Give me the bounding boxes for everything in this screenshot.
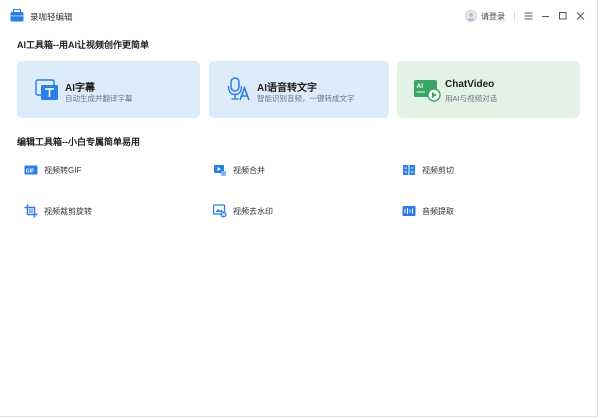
menu-icon [524, 12, 533, 20]
login-label: 请登录 [481, 11, 505, 21]
close-button[interactable] [574, 9, 587, 23]
ai-subtitle-card[interactable]: AI字幕 自动生成并翻译字幕 [17, 61, 200, 118]
app-title: 录咖轻编辑 [30, 12, 73, 22]
tool-video-cut[interactable]: 视频剪切 [402, 158, 577, 182]
card-subtitle: 智能识别音频，一键转成文字 [257, 94, 355, 103]
tool-watermark-remove[interactable]: 视频去水印 [213, 199, 388, 223]
subtitle-icon [33, 75, 61, 103]
card-title: ChatVideo [445, 79, 495, 90]
video-cut-icon [402, 163, 416, 177]
app-window: 录咖轻编辑 请登录 AI工具箱--用AI让视频创作更简单 AI字幕 自动生成并翻… [0, 0, 598, 417]
video-merge-icon [213, 163, 227, 177]
maximize-button[interactable] [556, 9, 569, 23]
crop-rotate-icon [24, 204, 38, 218]
avatar-icon [465, 10, 477, 22]
tool-audio-extract[interactable]: 音频提取 [402, 199, 577, 223]
gif-icon: GIF [24, 163, 38, 177]
login-button[interactable]: 请登录 [465, 9, 505, 23]
tool-video-to-gif[interactable]: GIF 视频转GIF [24, 158, 199, 182]
ai-section-title: AI工具箱--用AI让视频创作更简单 [17, 40, 149, 50]
maximize-icon [559, 12, 567, 20]
watermark-remove-icon [213, 204, 227, 218]
card-subtitle: 用AI与视频对话 [445, 94, 498, 103]
speech-to-text-icon [225, 75, 253, 103]
tool-label: 视频合并 [233, 165, 265, 175]
gif-icon-label: GIF [26, 168, 34, 174]
tool-video-merge[interactable]: 视频合并 [213, 158, 388, 182]
ai-chatvideo-card[interactable]: AI ChatVideo 用AI与视频对话 [397, 61, 580, 118]
tool-label: 视频转GIF [44, 165, 82, 175]
tool-crop-rotate[interactable]: 视频裁剪旋转 [24, 199, 199, 223]
tool-label: 音频提取 [422, 206, 454, 216]
tool-label: 视频裁剪旋转 [44, 206, 92, 216]
title-bar: 录咖轻编辑 请登录 [0, 0, 598, 32]
edit-section-title: 编辑工具箱--小白专属简单易用 [17, 137, 140, 147]
chat-video-icon: AI [413, 75, 441, 103]
chat-video-icon-label: AI [417, 83, 424, 90]
tool-label: 视频去水印 [233, 206, 273, 216]
minimize-button[interactable] [539, 9, 552, 23]
menu-button[interactable] [522, 9, 535, 23]
titlebar-divider [514, 11, 515, 22]
tool-label: 视频剪切 [422, 165, 454, 175]
minimize-icon [542, 16, 549, 17]
audio-extract-icon [402, 204, 416, 218]
ai-speech-to-text-card[interactable]: AI语音转文字 智能识别音频，一键转成文字 [209, 61, 389, 118]
card-title: AI字幕 [65, 83, 95, 94]
card-subtitle: 自动生成并翻译字幕 [65, 94, 133, 103]
close-icon [576, 12, 585, 20]
card-title: AI语音转文字 [257, 83, 317, 94]
app-logo-icon [10, 8, 24, 22]
